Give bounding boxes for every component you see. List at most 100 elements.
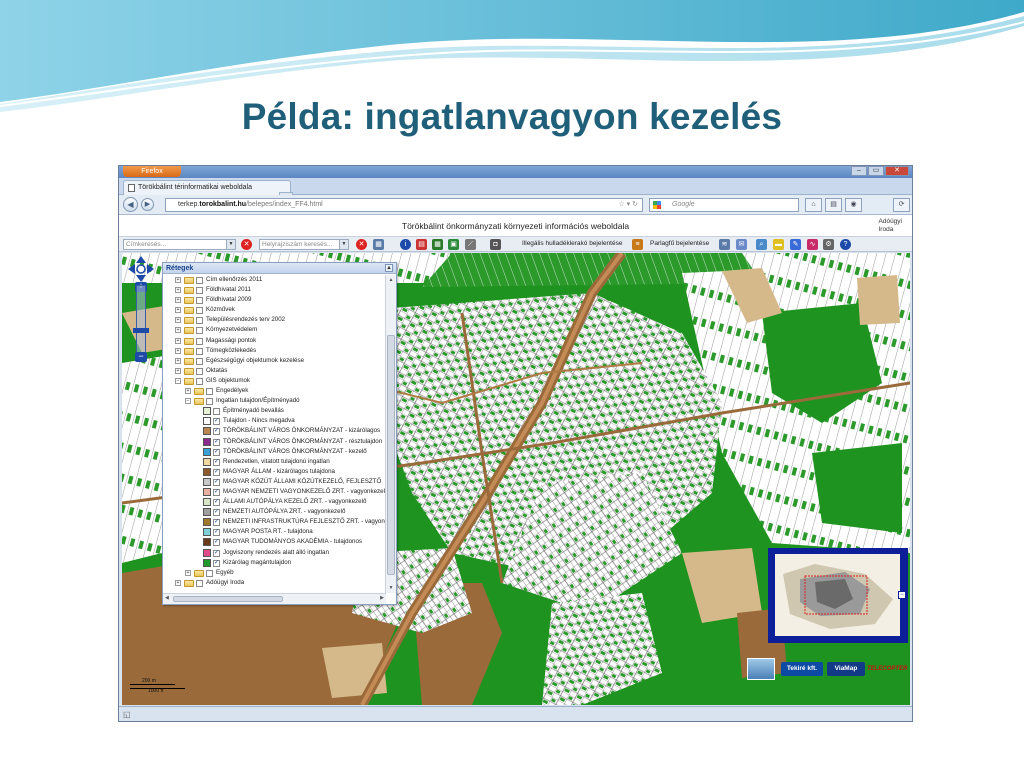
hscroll-thumb[interactable] — [173, 596, 283, 602]
layer-checkbox[interactable] — [213, 408, 220, 416]
expand-icon[interactable]: + — [175, 317, 181, 324]
url-bar[interactable]: terkep.torokbalint.hu/belepes/index_FF4.… — [165, 198, 643, 212]
layer-checkbox[interactable] — [196, 357, 203, 365]
search-bar[interactable]: Google — [649, 198, 799, 212]
help-icon[interactable]: ? — [840, 239, 851, 250]
expand-icon[interactable]: + — [175, 287, 181, 294]
layer-group-item[interactable]: − GIS objektumok — [163, 376, 385, 386]
layer-group-item[interactable]: + Földhivatal 2011 — [163, 285, 385, 295]
layer-item[interactable]: ✓ TÖRÖKBÁLINT VÁROS ÖNKORMÁNYZAT - kezelő — [163, 447, 385, 457]
layer-checkbox[interactable] — [196, 317, 203, 325]
print-icon[interactable]: ▦ — [373, 239, 384, 250]
table-icon[interactable]: ▦ — [432, 239, 443, 250]
layer-group-item[interactable]: + Magassági pontok — [163, 336, 385, 346]
expand-icon[interactable]: + — [175, 307, 181, 314]
scroll-right-icon[interactable]: ▶ — [380, 595, 384, 601]
layer-checkbox[interactable] — [196, 337, 203, 345]
layer-group-item[interactable]: + Engedélyek — [163, 386, 385, 396]
layer-checkbox[interactable]: ✓ — [213, 549, 220, 557]
layer-checkbox[interactable] — [196, 307, 203, 315]
layer-checkbox[interactable]: ✓ — [213, 499, 220, 507]
forward-button[interactable]: ▶ — [141, 198, 154, 211]
layers-vertical-scrollbar[interactable]: ▲ ▼ — [385, 275, 396, 593]
layer-group-item[interactable]: + Adóügyi Iroda — [163, 578, 385, 588]
expand-icon[interactable]: + — [175, 297, 181, 304]
measure-icon[interactable]: ⟋ — [465, 239, 476, 250]
firefox-menu-button[interactable]: Firefox — [123, 166, 181, 177]
layer-checkbox[interactable] — [206, 569, 213, 577]
layer-checkbox[interactable] — [196, 579, 203, 587]
ragweed-report-button[interactable]: Parlagfű bejelentése — [650, 240, 709, 247]
layer-item[interactable]: ✓ TÖRÖKBÁLINT VÁROS ÖNKORMÁNYZAT - kizáró… — [163, 426, 385, 436]
layer-group-item[interactable]: + Környezetvédelem — [163, 325, 385, 335]
layer-checkbox[interactable]: ✓ — [213, 468, 220, 476]
layer-item[interactable]: ✓ MAGYAR KÖZÚT ÁLLAMI KÖZÚTKEZELŐ, FEJLES… — [163, 477, 385, 487]
expand-icon[interactable]: + — [175, 347, 181, 354]
collapse-icon[interactable]: − — [185, 398, 191, 405]
folder-icon[interactable]: ▬ — [773, 239, 784, 250]
layer-group-item[interactable]: − Ingatlan tulajdon/Építményadó — [163, 396, 385, 406]
collapse-icon[interactable]: ▴ — [385, 264, 393, 272]
close-button[interactable]: ✕ — [885, 166, 909, 176]
expand-icon[interactable]: + — [175, 367, 181, 374]
layer-item[interactable]: ✓ NEMZETI INFRASTRUKTÚRA FEJLESZTŐ ZRT. -… — [163, 517, 385, 527]
layer-item[interactable]: ✓ ÁLLAMI AUTÓPÁLYA KEZELŐ ZRT. - vagyonke… — [163, 497, 385, 507]
parcel-search-input[interactable]: Helyrajzi­szám keresés... ▼ — [259, 239, 349, 250]
expand-icon[interactable]: + — [175, 579, 181, 586]
layer-checkbox[interactable]: ✓ — [213, 488, 220, 496]
layer-group-item[interactable]: + Földhivatal 2009 — [163, 295, 385, 305]
expand-icon[interactable]: + — [175, 327, 181, 334]
layer-item[interactable]: ✓ MAGYAR TUDOMÁNYOS AKADÉMIA - tulajdonos — [163, 537, 385, 547]
layer-checkbox[interactable]: ✓ — [213, 559, 220, 567]
pdf-icon[interactable]: ▤ — [416, 239, 427, 250]
search-map-icon[interactable]: ⌕ — [756, 239, 767, 250]
map-view[interactable]: + − Rétegek ▴ + Cím ellenőrzés 2011 + Földh… — [122, 253, 910, 705]
layer-item[interactable]: ✓ Kizárólag magántulajdon — [163, 558, 385, 568]
layer-checkbox[interactable]: ✓ — [213, 438, 220, 446]
layer-item[interactable]: ✓ Jogviszony rendezés alatt álló ingatlan — [163, 548, 385, 558]
pan-arrows-icon[interactable] — [128, 256, 154, 282]
back-button[interactable]: ◀ — [123, 197, 138, 212]
scroll-down-icon[interactable]: ▼ — [387, 584, 395, 592]
layer-checkbox[interactable]: ✓ — [213, 428, 220, 436]
layer-checkbox[interactable] — [196, 287, 203, 295]
collapse-icon[interactable]: − — [175, 377, 181, 384]
layer-checkbox[interactable]: ✓ — [213, 529, 220, 537]
layer-checkbox[interactable] — [196, 277, 203, 284]
maximize-button[interactable]: ▭ — [868, 166, 884, 176]
scroll-up-icon[interactable]: ▲ — [387, 276, 395, 284]
address-search-input[interactable]: Címkeresés... ▼ — [123, 239, 236, 250]
mail-icon[interactable]: ✉ — [736, 239, 747, 250]
layer-checkbox[interactable] — [196, 377, 203, 385]
layer-item[interactable]: ✓ Tulajdon - Nincs megadva — [163, 416, 385, 426]
layer-group-item[interactable]: + Közművek — [163, 305, 385, 315]
layer-checkbox[interactable] — [196, 327, 203, 335]
layer-checkbox[interactable] — [196, 297, 203, 305]
layers-horizontal-scrollbar[interactable]: ◀ ▶ — [163, 593, 386, 604]
reload-icon[interactable]: ☆ ▾ ↻ — [618, 199, 638, 211]
expand-icon[interactable]: + — [175, 357, 181, 364]
layer-item[interactable]: ✓ TÖRÖKBÁLINT VÁROS ÖNKORMÁNYZAT - résztu… — [163, 437, 385, 447]
layer-icon[interactable]: ≋ — [719, 239, 730, 250]
layer-group-item[interactable]: + Cím ellenőrzés 2011 — [163, 275, 385, 285]
layer-checkbox[interactable]: ✓ — [213, 509, 220, 517]
excel-icon[interactable]: ▣ — [448, 239, 459, 250]
chart-icon[interactable]: ∿ — [807, 239, 818, 250]
zoom-slider[interactable] — [136, 285, 146, 355]
expand-icon[interactable]: + — [175, 277, 181, 283]
report-icon[interactable]: ≡ — [632, 239, 643, 250]
zoom-slider-handle[interactable] — [133, 328, 149, 333]
layer-group-item[interactable]: + Tömegközlekedés — [163, 346, 385, 356]
layer-item[interactable]: ✓ NEMZETI AUTÓPÁLYA ZRT. - vagyonkezelő — [163, 507, 385, 517]
layer-group-item[interactable]: + Egészségügyi objektumok kezelése — [163, 356, 385, 366]
home-icon[interactable]: ⌂ — [805, 198, 822, 212]
settings-icon[interactable]: ⚙ — [823, 239, 834, 250]
layer-checkbox[interactable] — [196, 367, 203, 375]
layer-checkbox[interactable]: ✓ — [213, 478, 220, 486]
layer-group-item[interactable]: + Egyéb — [163, 568, 385, 578]
layer-group-item[interactable]: + Településrendezés terv 2002 — [163, 315, 385, 325]
layer-checkbox[interactable] — [206, 388, 213, 396]
overview-toggle-button[interactable]: − — [898, 591, 906, 599]
expand-icon[interactable]: + — [185, 569, 191, 576]
edit-icon[interactable]: ✎ — [790, 239, 801, 250]
